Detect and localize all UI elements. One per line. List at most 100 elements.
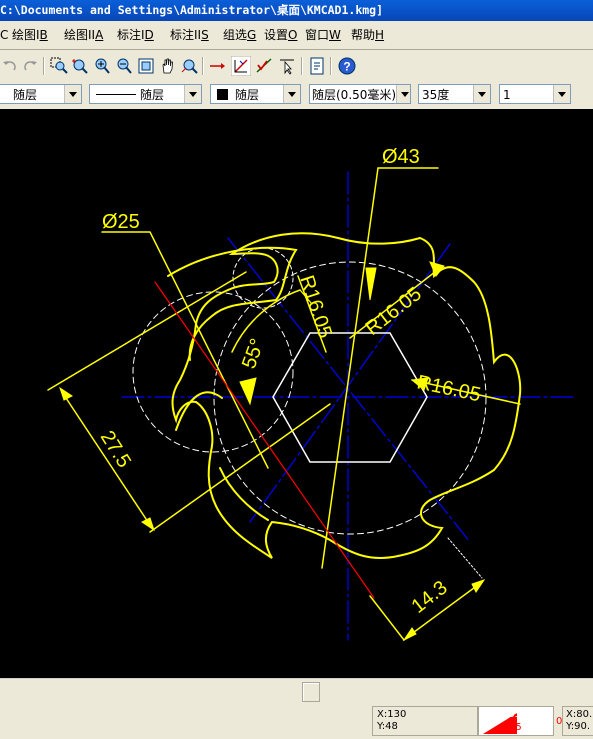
angle-panel: 55 35 bbox=[478, 706, 554, 736]
coord-x1: X:130 bbox=[377, 709, 407, 720]
menu-item-help[interactable]: 帮助H bbox=[351, 24, 384, 46]
menu-item-dimension-1[interactable]: 标注ID bbox=[117, 24, 154, 46]
chevron-down-icon[interactable] bbox=[396, 85, 410, 103]
hatch-angle-value: 35度 bbox=[422, 88, 450, 102]
dim-len1-arrow-a bbox=[59, 386, 73, 401]
inner-curve-2 bbox=[219, 467, 269, 521]
menu-accel: S bbox=[201, 28, 209, 42]
chevron-down-icon[interactable] bbox=[473, 85, 490, 103]
zoom-realtime-icon[interactable] bbox=[70, 56, 90, 76]
zoom-in-icon[interactable] bbox=[92, 56, 112, 76]
redo-icon[interactable] bbox=[20, 56, 40, 76]
menu-accel: W bbox=[329, 28, 341, 42]
section-line bbox=[154, 281, 375, 599]
menu-item-file[interactable]: C bbox=[0, 24, 8, 46]
angle-big: 35 bbox=[509, 722, 522, 733]
menu-item-window[interactable]: 窗口W bbox=[305, 24, 341, 46]
standard-toolbar: ? bbox=[0, 53, 593, 81]
menu-accel: G bbox=[247, 28, 257, 42]
zoom-extents-icon[interactable] bbox=[136, 56, 156, 76]
menu-item-draw-2[interactable]: 绘图IIA bbox=[64, 24, 103, 46]
menu-label: 设置 bbox=[264, 28, 289, 42]
window-title: C:\Documents and Settings\Administrator\… bbox=[0, 3, 384, 17]
lineweight-value: 随层(0.50毫米) bbox=[312, 88, 397, 102]
menu-label: 绘图I bbox=[12, 28, 40, 42]
window-title-bar[interactable]: C:\Documents and Settings\Administrator\… bbox=[0, 0, 593, 21]
scale-value: 1 bbox=[503, 88, 511, 102]
cad-drawing: Ø43 Ø25 R16.05 R16.05 R16.05 55° 27.5 14… bbox=[47, 146, 576, 642]
dim-len2-arrow-b bbox=[402, 627, 417, 642]
horizontal-scrollbar[interactable] bbox=[0, 678, 593, 704]
linetype-value: 随层 bbox=[140, 88, 165, 102]
color-select[interactable]: 随层 bbox=[210, 84, 301, 104]
layer-value: 随层 bbox=[13, 88, 38, 102]
menu-bar: C 绘图IB 绘图IIA 标注ID 标注IIS 组选G 设置O 窗口W 帮助H bbox=[0, 24, 593, 46]
menu-accel: H bbox=[375, 28, 385, 42]
toolbar-separator bbox=[330, 57, 332, 75]
menu-accel: B bbox=[39, 28, 48, 42]
menu-label: 标注II bbox=[170, 28, 202, 42]
dim-dia43-arrow bbox=[365, 267, 377, 301]
menu-accel: D bbox=[144, 28, 154, 42]
menu-label: 标注I bbox=[117, 28, 145, 42]
menu-item-dimension-2[interactable]: 标注IIS bbox=[170, 24, 209, 46]
linetype-swatch bbox=[96, 94, 136, 95]
lineweight-select[interactable]: 随层(0.50毫米) bbox=[309, 84, 411, 104]
angle-small: 55 bbox=[509, 710, 521, 720]
dim-len2-ext2 bbox=[369, 595, 405, 641]
zoom-out-icon[interactable] bbox=[114, 56, 134, 76]
menu-label: 窗口 bbox=[305, 28, 330, 42]
menu-item-group[interactable]: 组选G bbox=[223, 24, 256, 46]
property-toolbar: 随层 随层 随层 随层(0.50毫米) 35度 1 bbox=[0, 82, 593, 108]
coord-y1: Y:48 bbox=[377, 721, 398, 732]
toolbar-separator bbox=[301, 57, 303, 75]
dim-dia43-text: Ø43 bbox=[382, 146, 420, 168]
menu-label: 组选 bbox=[223, 28, 248, 42]
dim-dia25-arrow bbox=[239, 377, 257, 406]
coord-panel-2: X:80. Y:90. bbox=[562, 706, 593, 736]
dim-len1-line bbox=[61, 391, 153, 529]
dim-dia43-leader bbox=[321, 167, 439, 569]
coord-x2: X:80. bbox=[566, 709, 593, 720]
toolbar-separator bbox=[43, 57, 45, 75]
layer-select[interactable]: 随层 bbox=[0, 84, 82, 104]
zoom-previous-icon[interactable] bbox=[180, 56, 200, 76]
dim-angle-text: 55° bbox=[238, 336, 269, 372]
dim-len2-arrow-a bbox=[471, 579, 486, 593]
chevron-down-icon[interactable] bbox=[283, 85, 300, 103]
menu-divider bbox=[0, 49, 593, 50]
color-swatch bbox=[217, 89, 228, 100]
menu-item-settings[interactable]: 设置O bbox=[264, 24, 297, 46]
dashed-circle-small bbox=[232, 247, 294, 309]
undo-icon[interactable] bbox=[0, 56, 20, 76]
color-value: 随层 bbox=[235, 88, 260, 102]
draw-check-icon[interactable] bbox=[254, 56, 274, 76]
coord-y2: Y:90. bbox=[566, 721, 591, 732]
zoom-window-icon[interactable] bbox=[49, 56, 69, 76]
snap-icon[interactable] bbox=[231, 56, 251, 76]
menu-accel: A bbox=[95, 28, 104, 42]
pan-hand-icon[interactable] bbox=[158, 56, 178, 76]
menu-label: 绘图II bbox=[64, 28, 96, 42]
coord-panel-1: X:130 Y:48 bbox=[372, 706, 478, 736]
toolbar-separator bbox=[202, 57, 204, 75]
scrollbar-thumb[interactable] bbox=[302, 682, 320, 702]
help-icon[interactable]: ? bbox=[337, 56, 357, 76]
chevron-down-icon[interactable] bbox=[184, 85, 201, 103]
open-file-icon[interactable] bbox=[307, 56, 327, 76]
chevron-down-icon[interactable] bbox=[553, 85, 570, 103]
line-arrow-icon[interactable] bbox=[208, 56, 228, 76]
drawing-canvas[interactable]: Ø43 Ø25 R16.05 R16.05 R16.05 55° 27.5 14… bbox=[0, 109, 593, 678]
menu-label: 帮助 bbox=[351, 28, 376, 42]
dim-len2-text: 14.3 bbox=[408, 577, 452, 618]
svg-text:?: ? bbox=[343, 60, 350, 74]
linetype-select[interactable]: 随层 bbox=[89, 84, 202, 104]
scale-select[interactable]: 1 bbox=[499, 84, 571, 104]
hatch-angle-select[interactable]: 35度 bbox=[418, 84, 491, 104]
chevron-down-icon[interactable] bbox=[64, 85, 81, 103]
dim-len2-ext1 bbox=[447, 537, 483, 579]
menu-item-draw-1[interactable]: 绘图IB bbox=[12, 24, 48, 46]
dim-len1-text: 27.5 bbox=[96, 427, 135, 472]
status-bar: X:130 Y:48 55 35 0 X:80. Y:90. bbox=[0, 704, 593, 736]
select-icon[interactable] bbox=[277, 56, 297, 76]
